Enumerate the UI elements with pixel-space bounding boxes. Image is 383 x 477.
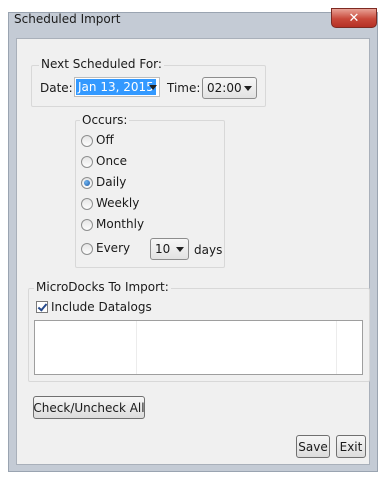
chevron-down-icon <box>244 86 252 91</box>
radio-every[interactable] <box>81 243 93 255</box>
radio-monthly[interactable] <box>81 219 93 231</box>
date-dropdown-button[interactable] <box>146 78 160 96</box>
next-scheduled-legend: Next Scheduled For: <box>39 57 164 71</box>
microdocks-legend: MicroDocks To Import: <box>34 280 171 294</box>
window-title: Scheduled Import <box>14 12 121 26</box>
close-icon: ✕ <box>348 10 360 26</box>
every-interval-value: 10 <box>155 242 171 256</box>
date-label: Date: <box>40 81 73 95</box>
list-column-divider <box>336 321 337 374</box>
radio-off-label: Off <box>96 133 114 147</box>
chevron-down-icon <box>149 85 157 90</box>
save-button[interactable]: Save <box>296 435 330 458</box>
radio-daily-label: Daily <box>96 175 127 189</box>
occurs-legend: Occurs: <box>80 113 130 127</box>
close-button[interactable]: ✕ <box>331 8 377 28</box>
chevron-down-icon <box>176 247 184 252</box>
radio-daily[interactable] <box>81 177 93 189</box>
radio-off[interactable] <box>81 135 93 147</box>
microdocks-list[interactable] <box>34 320 363 375</box>
every-unit-label: days <box>194 243 223 257</box>
every-interval-select[interactable]: 10 <box>150 238 189 260</box>
check-icon <box>37 301 48 312</box>
include-datalogs-label: Include Datalogs <box>51 300 152 314</box>
list-column-divider <box>136 321 137 374</box>
exit-button[interactable]: Exit <box>336 435 366 458</box>
include-datalogs-checkbox[interactable] <box>36 301 48 313</box>
radio-weekly[interactable] <box>81 198 93 210</box>
radio-once-label: Once <box>96 154 128 168</box>
date-value: Jan 13, 2015 <box>76 79 156 95</box>
time-label: Time: <box>167 81 201 95</box>
time-value: 02:00 <box>207 81 242 95</box>
check-uncheck-all-button[interactable]: Check/Uncheck All <box>33 396 145 419</box>
time-select[interactable]: 02:00 <box>202 77 257 99</box>
radio-weekly-label: Weekly <box>96 196 140 210</box>
radio-every-label: Every <box>96 241 131 255</box>
radio-monthly-label: Monthly <box>96 217 145 231</box>
radio-once[interactable] <box>81 156 93 168</box>
